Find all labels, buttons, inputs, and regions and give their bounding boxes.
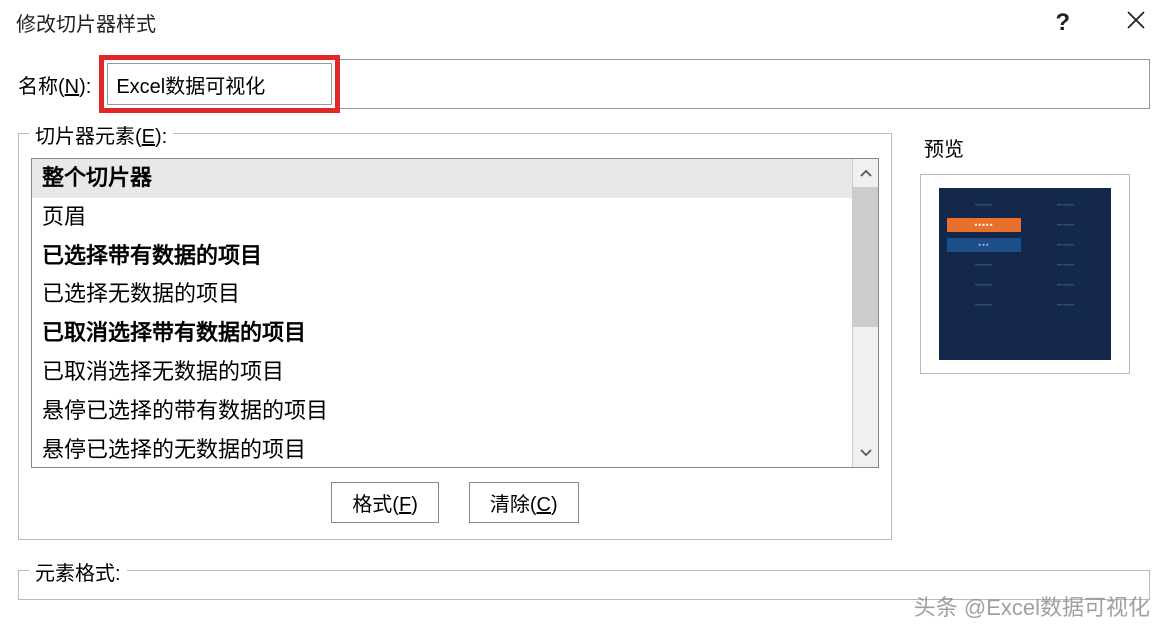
scroll-down-button[interactable] xyxy=(853,439,878,467)
elements-listbox[interactable]: 整个切片器页眉已选择带有数据的项目已选择无数据的项目已取消选择带有数据的项目已取… xyxy=(32,159,852,467)
preview-cell: ━━━ xyxy=(1029,258,1103,272)
preview-slicer: ━━━ ━━━ ••••• ━━━ ••• ━━━ ━━━ ━━━ ━━━ ━━… xyxy=(939,188,1111,360)
list-item[interactable]: 已取消选择无数据的项目 xyxy=(32,353,852,392)
preview-cell: ━━━ xyxy=(947,278,1021,292)
elements-fieldset: 切片器元素(E): 整个切片器页眉已选择带有数据的项目已选择无数据的项目已取消选… xyxy=(18,133,892,540)
chevron-down-icon xyxy=(860,449,872,457)
scroll-up-button[interactable] xyxy=(853,159,878,187)
name-input-extension[interactable] xyxy=(339,59,1150,109)
preview-box: ━━━ ━━━ ••••• ━━━ ••• ━━━ ━━━ ━━━ ━━━ ━━… xyxy=(920,174,1130,374)
elements-legend: 切片器元素(E): xyxy=(29,120,173,149)
list-item[interactable]: 整个切片器 xyxy=(32,159,852,198)
scroll-track[interactable] xyxy=(853,187,878,439)
name-input-highlight xyxy=(99,55,340,113)
preview-cell: ━━━ xyxy=(947,298,1021,312)
preview-cell: ━━━ xyxy=(1029,218,1103,232)
element-format-legend: 元素格式: xyxy=(29,557,127,586)
clear-button[interactable]: 清除(C) xyxy=(469,482,579,523)
preview-cell: ━━━ xyxy=(947,258,1021,272)
name-label: 名称(N): xyxy=(18,70,91,99)
help-button[interactable]: ? xyxy=(1055,9,1070,37)
list-item[interactable]: 悬停已选择的带有数据的项目 xyxy=(32,392,852,431)
scroll-thumb[interactable] xyxy=(853,187,878,327)
name-input[interactable] xyxy=(107,63,332,105)
preview-cell: ━━━ xyxy=(1029,278,1103,292)
list-item[interactable]: 悬停已选择的无数据的项目 xyxy=(32,431,852,467)
list-item[interactable]: 已选择无数据的项目 xyxy=(32,275,852,314)
close-button[interactable] xyxy=(1120,9,1152,37)
preview-cell: ━━━ xyxy=(1029,198,1103,212)
element-format-fieldset: 元素格式: xyxy=(18,570,1150,600)
scrollbar[interactable] xyxy=(852,159,878,467)
close-icon xyxy=(1126,10,1146,30)
format-button[interactable]: 格式(F) xyxy=(331,482,439,523)
list-item[interactable]: 已取消选择带有数据的项目 xyxy=(32,314,852,353)
list-item[interactable]: 已选择带有数据的项目 xyxy=(32,237,852,276)
dialog-title: 修改切片器样式 xyxy=(16,8,156,37)
chevron-up-icon xyxy=(860,169,872,177)
preview-cell: ━━━ xyxy=(1029,238,1103,252)
list-item[interactable]: 页眉 xyxy=(32,198,852,237)
preview-cell: ••••• xyxy=(947,218,1021,232)
preview-label: 预览 xyxy=(920,133,1150,162)
preview-cell: ━━━ xyxy=(1029,298,1103,312)
preview-cell: ━━━ xyxy=(947,198,1021,212)
preview-cell: ••• xyxy=(947,238,1021,252)
